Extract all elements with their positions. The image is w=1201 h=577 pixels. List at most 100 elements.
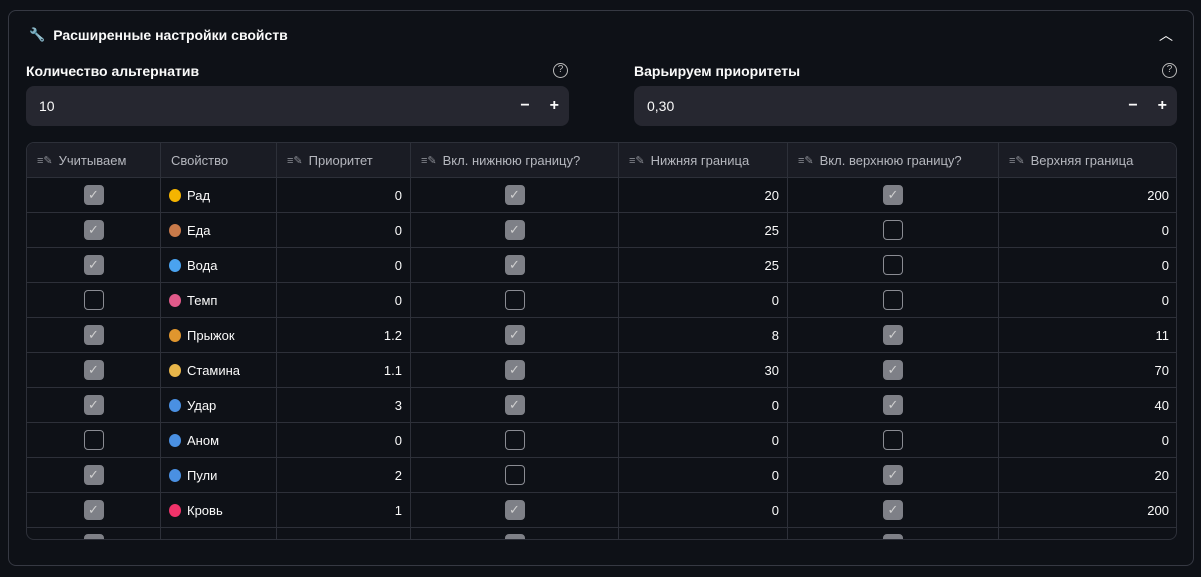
alternatives-input[interactable]: 10 − + [26,86,569,126]
alternatives-label: Количество альтернатив [26,63,200,79]
checkbox[interactable]: ✓ [883,185,903,205]
priority-cell[interactable]: 2 [277,458,411,492]
table-row: ✓ Кровь 1 ✓ 0 ✓ 200 [27,493,1176,528]
expander-title: Расширенные настройки свойств [53,27,288,43]
help-icon[interactable]: ? [553,63,568,78]
lower-bound-cell[interactable]: 25 [619,248,788,282]
upper-bound-cell[interactable]: 0 [999,213,1176,247]
increment-button[interactable]: + [1158,97,1167,115]
checkbox[interactable]: ✓ [83,325,104,345]
table-row: ✓ Стамина 1.1 ✓ 30 ✓ 70 [27,353,1176,388]
lower-bound-cell[interactable]: 8 [619,318,788,352]
checkbox[interactable] [83,290,104,310]
checkbox[interactable]: ✓ [83,255,104,275]
column-header[interactable]: ≡✎ Приоритет [277,143,411,177]
edit-column-icon: ≡✎ [37,154,53,167]
checkbox[interactable]: ✓ [883,500,903,520]
priority-cell[interactable]: 0 [277,178,411,212]
checkbox[interactable]: ✓ [83,220,104,240]
upper-bound-cell[interactable]: 200 [999,178,1176,212]
poultry-leg-icon [169,223,181,237]
upper-bound-cell[interactable]: 20 [999,458,1176,492]
priority-cell[interactable]: 0 [277,248,411,282]
alternatives-value: 10 [39,98,55,114]
priority-cell[interactable]: 0 [277,283,411,317]
decrement-button[interactable]: − [520,97,529,115]
lower-bound-cell[interactable]: 0 [619,458,788,492]
lower-bound-cell[interactable]: 0 [619,493,788,527]
priority-cell[interactable]: 3 [277,388,411,422]
lower-bound-cell[interactable]: 0 [619,283,788,317]
chevron-up-icon[interactable]: ︿ [1159,25,1173,45]
checkbox[interactable] [883,534,903,539]
table-row: Аном 0 0 0 [27,423,1176,458]
priority-cell[interactable]: 1.2 [277,318,411,352]
upper-bound-cell[interactable]: 11 [999,318,1176,352]
column-header[interactable]: ≡✎ Нижняя граница [619,143,788,177]
column-header[interactable]: ≡✎ Вкл. нижнюю границу? [411,143,619,177]
lower-bound-cell[interactable]: 20 [619,178,788,212]
priority-cell[interactable]: 0 [277,423,411,457]
checkbox[interactable]: ✓ [504,220,525,240]
checkbox[interactable] [883,430,903,450]
lower-bound-cell[interactable]: 30 [619,353,788,387]
priority-cell[interactable]: 1 [277,493,411,527]
checkbox[interactable]: ✓ [883,395,903,415]
column-header[interactable]: ≡✎ Учитываем [27,143,161,177]
edit-column-icon: ≡✎ [287,154,303,167]
droplet-icon [169,258,181,272]
lower-bound-cell[interactable]: 0 [619,388,788,422]
checkbox[interactable] [83,534,104,539]
checkbox[interactable]: ✓ [83,185,104,205]
increment-button[interactable]: + [550,97,559,115]
checkbox[interactable]: ✓ [504,325,525,345]
edit-column-icon: ≡✎ [421,154,437,167]
checkbox[interactable] [83,430,104,450]
leopard-icon [169,328,181,342]
column-header[interactable]: ≡✎ Вкл. верхнюю границу? [788,143,999,177]
decrement-button[interactable]: − [1128,97,1137,115]
checkbox[interactable]: ✓ [83,500,104,520]
upper-bound-cell[interactable]: 40 [999,388,1176,422]
checkbox[interactable] [504,465,525,485]
runner-icon [169,363,181,377]
checkbox[interactable]: ✓ [883,360,903,380]
checkbox[interactable]: ✓ [83,465,104,485]
table-row: ✓ Вода 0 ✓ 25 0 [27,248,1176,283]
checkbox[interactable] [883,255,903,275]
checkbox[interactable]: ✓ [504,360,525,380]
upper-bound-cell[interactable]: 0 [999,423,1176,457]
checkbox[interactable]: ✓ [883,465,903,485]
checkbox[interactable]: ✓ [83,360,104,380]
checkbox[interactable]: ✓ [504,185,525,205]
column-header[interactable]: ≡✎ Верхняя граница [999,143,1176,177]
table-header: ≡✎ Учитываем Свойство ≡✎ Приоритет ≡✎ Вкл. ниж… [27,143,1176,178]
checkbox[interactable]: ✓ [504,395,525,415]
upper-bound-cell[interactable]: 70 [999,353,1176,387]
checkbox[interactable] [883,220,903,240]
table-row: ✓ Пули 2 0 ✓ 20 [27,458,1176,493]
checkbox[interactable]: ✓ [504,500,525,520]
expander-header[interactable]: 🔧 Расширенные настройки свойств [29,27,288,43]
edit-column-icon: ≡✎ [629,154,645,167]
priority-cell[interactable]: 1.1 [277,353,411,387]
priorities-label: Варьируем приоритеты [634,63,801,79]
checkbox[interactable] [504,430,525,450]
lower-bound-cell[interactable]: 0 [619,423,788,457]
checkbox[interactable] [504,534,525,539]
checkbox[interactable]: ✓ [504,255,525,275]
priority-cell[interactable]: 0 [277,213,411,247]
checkbox[interactable]: ✓ [83,395,104,415]
properties-table: ≡✎ Учитываем Свойство ≡✎ Приоритет ≡✎ Вкл. ниж… [26,142,1177,540]
checkbox[interactable] [504,290,525,310]
lower-bound-cell[interactable]: 25 [619,213,788,247]
column-header[interactable]: Свойство [161,143,277,177]
priorities-input[interactable]: 0,30 − + [634,86,1177,126]
upper-bound-cell[interactable]: 200 [999,493,1176,527]
upper-bound-cell[interactable]: 0 [999,248,1176,282]
upper-bound-cell[interactable]: 0 [999,283,1176,317]
checkbox[interactable] [883,290,903,310]
checkbox[interactable]: ✓ [883,325,903,345]
help-icon[interactable]: ? [1162,63,1177,78]
shield-icon [169,433,181,447]
